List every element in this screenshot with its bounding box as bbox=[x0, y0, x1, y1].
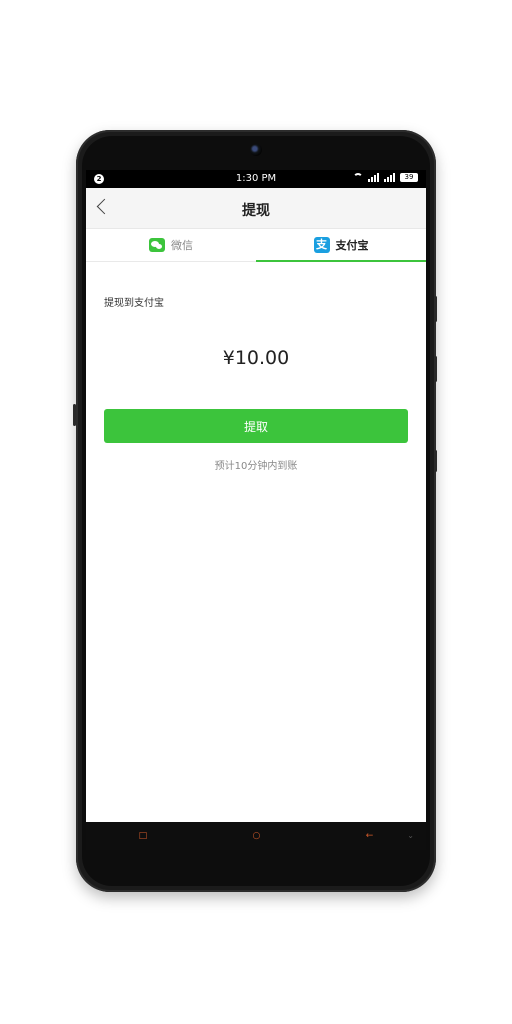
battery-icon: 39 bbox=[400, 173, 418, 182]
wechat-icon bbox=[149, 238, 165, 252]
chevron-down-icon[interactable]: ⌄ bbox=[407, 831, 414, 840]
arrival-hint: 预计10分钟内到账 bbox=[214, 461, 298, 472]
payment-tabs: 微信 支 支付宝 bbox=[86, 229, 426, 262]
alipay-icon: 支 bbox=[313, 237, 330, 253]
volume-button bbox=[73, 404, 76, 426]
device-stage: 2 1:30 PM 39 提现 微信 支 支付宝 提现到支付宝 ¥10.00 提… bbox=[0, 0, 512, 1024]
tab-wechat-label: 微信 bbox=[171, 239, 193, 252]
top-navigation-bar: 提现 bbox=[86, 188, 426, 229]
withdraw-button[interactable]: 提取 bbox=[104, 409, 408, 443]
screen: 2 1:30 PM 39 提现 微信 支 支付宝 提现到支付宝 ¥10.00 提… bbox=[86, 170, 426, 822]
front-camera bbox=[250, 144, 262, 156]
side-button-2 bbox=[434, 356, 437, 382]
recent-apps-icon[interactable]: □ bbox=[139, 831, 148, 841]
signal-icon bbox=[368, 173, 379, 182]
side-button-3 bbox=[434, 450, 437, 472]
status-bar: 2 1:30 PM 39 bbox=[86, 170, 426, 188]
tab-alipay-label: 支付宝 bbox=[335, 239, 369, 252]
withdraw-amount: ¥10.00 bbox=[222, 347, 290, 369]
power-button bbox=[434, 296, 437, 322]
home-icon[interactable]: ○ bbox=[253, 831, 261, 841]
tab-alipay[interactable]: 支 支付宝 bbox=[256, 229, 426, 262]
page-title: 提现 bbox=[242, 203, 270, 219]
system-navigation-bar: □ ○ ← ⌄ bbox=[86, 822, 426, 850]
signal-icon-2 bbox=[384, 173, 395, 182]
status-indicators: 39 bbox=[353, 173, 418, 182]
withdraw-destination-label: 提现到支付宝 bbox=[104, 298, 164, 309]
back-key-icon[interactable]: ← bbox=[366, 831, 374, 841]
wifi-icon bbox=[353, 173, 363, 182]
tab-wechat[interactable]: 微信 bbox=[86, 229, 256, 261]
